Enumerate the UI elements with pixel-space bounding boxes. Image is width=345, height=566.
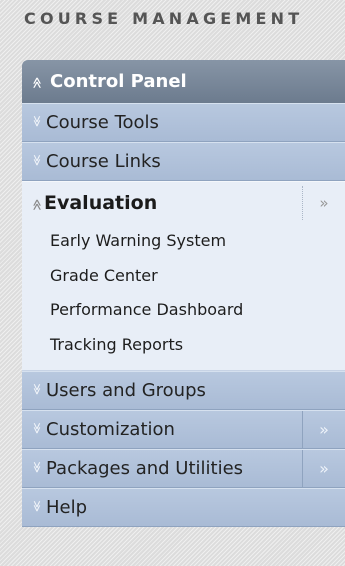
section-course-tools[interactable]: ≫ Course Tools	[22, 103, 345, 142]
section-evaluation[interactable]: ≫ Evaluation »	[22, 182, 345, 224]
submenu-item-tracking-reports[interactable]: Tracking Reports	[50, 328, 345, 363]
section-users-and-groups[interactable]: ≫ Users and Groups	[22, 371, 345, 410]
chevron-up-icon: ≫	[30, 76, 44, 89]
packages-more-button[interactable]: »	[302, 450, 345, 487]
chevron-down-icon: ≫	[30, 422, 44, 435]
control-panel-header[interactable]: ≫ Control Panel	[22, 60, 345, 103]
evaluation-submenu: Early Warning System Grade Center Perfor…	[22, 224, 345, 362]
chevron-down-icon: ≫	[30, 154, 44, 167]
chevron-down-icon: ≫	[30, 500, 44, 513]
control-panel-title: Control Panel	[50, 71, 187, 92]
section-label: Evaluation	[44, 192, 158, 214]
course-management-heading: COURSE MANAGEMENT	[24, 9, 304, 28]
double-chevron-right-icon: »	[319, 194, 329, 212]
chevron-down-icon: ≫	[30, 461, 44, 474]
section-help[interactable]: ≫ Help	[22, 488, 345, 527]
section-customization[interactable]: ≫ Customization »	[22, 410, 345, 449]
section-label: Course Links	[46, 151, 161, 172]
submenu-item-grade-center[interactable]: Grade Center	[50, 259, 345, 294]
section-evaluation-expanded: ≫ Evaluation » Early Warning System Grad…	[22, 181, 345, 371]
section-label: Course Tools	[46, 112, 159, 133]
chevron-down-icon: ≫	[30, 383, 44, 396]
section-label: Packages and Utilities	[46, 458, 244, 479]
submenu-item-performance-dashboard[interactable]: Performance Dashboard	[50, 293, 345, 328]
customization-more-button[interactable]: »	[302, 411, 345, 448]
section-label: Help	[46, 497, 88, 518]
chevron-down-icon: ≫	[30, 115, 44, 128]
section-label: Customization	[46, 419, 175, 440]
control-panel: ≫ Control Panel ≫ Course Tools ≫ Course …	[22, 60, 345, 527]
section-course-links[interactable]: ≫ Course Links	[22, 142, 345, 181]
section-label: Users and Groups	[46, 380, 206, 401]
double-chevron-right-icon: »	[319, 420, 329, 439]
section-packages-and-utilities[interactable]: ≫ Packages and Utilities »	[22, 449, 345, 488]
double-chevron-right-icon: »	[319, 459, 329, 478]
evaluation-more-button[interactable]: »	[302, 186, 345, 220]
submenu-item-early-warning-system[interactable]: Early Warning System	[50, 224, 345, 259]
chevron-up-icon: ≫	[30, 198, 44, 210]
